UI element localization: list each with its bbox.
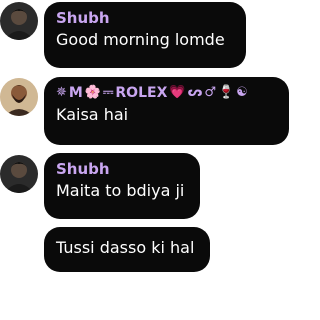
chat-thread: Shubh Good morning lomde ✵ M 🌸 ⎓ ROLEX 💗…: [0, 0, 289, 320]
wine-glass-icon: 🍷: [217, 85, 235, 100]
dash-icon: ⎓: [103, 85, 114, 100]
male-sign-icon: ♂: [204, 85, 216, 100]
sender-initial: M: [68, 85, 83, 101]
sender-name[interactable]: Shubh: [56, 160, 188, 178]
message-bubble[interactable]: Shubh Maita to bdiya ji: [44, 153, 200, 219]
message-text: Good morning lomde: [56, 30, 225, 49]
swirl-icon: ᔕ: [187, 85, 203, 100]
heart-icon: 💗: [169, 85, 186, 100]
sender-name[interactable]: Shubh: [56, 9, 234, 27]
yin-yang-icon: ☯: [236, 85, 248, 100]
sender-name[interactable]: ✵ M 🌸 ⎓ ROLEX 💗 ᔕ ♂ 🍷 ☯: [56, 84, 277, 102]
sender-avatar[interactable]: [0, 155, 38, 193]
dark-portrait-avatar: [0, 155, 38, 193]
sender-avatar[interactable]: [0, 2, 38, 40]
message-bubble[interactable]: Tussi dasso ki hal: [44, 227, 210, 272]
message-text: Maita to bdiya ji: [56, 181, 185, 200]
message-text: Kaisa hai: [56, 105, 129, 124]
message-bubble[interactable]: ✵ M 🌸 ⎓ ROLEX 💗 ᔕ ♂ 🍷 ☯ Kaisa hai: [44, 77, 289, 145]
dark-portrait-avatar: [0, 2, 38, 40]
sparkle-icon: ✵: [56, 85, 67, 100]
flower-icon: 🌸: [84, 85, 102, 100]
message-text: Tussi dasso ki hal: [56, 238, 195, 257]
sender-name-text: ROLEX: [115, 85, 168, 101]
bearded-man-avatar: [0, 78, 38, 116]
message-bubble[interactable]: Shubh Good morning lomde: [44, 2, 246, 68]
sender-avatar[interactable]: [0, 78, 38, 116]
